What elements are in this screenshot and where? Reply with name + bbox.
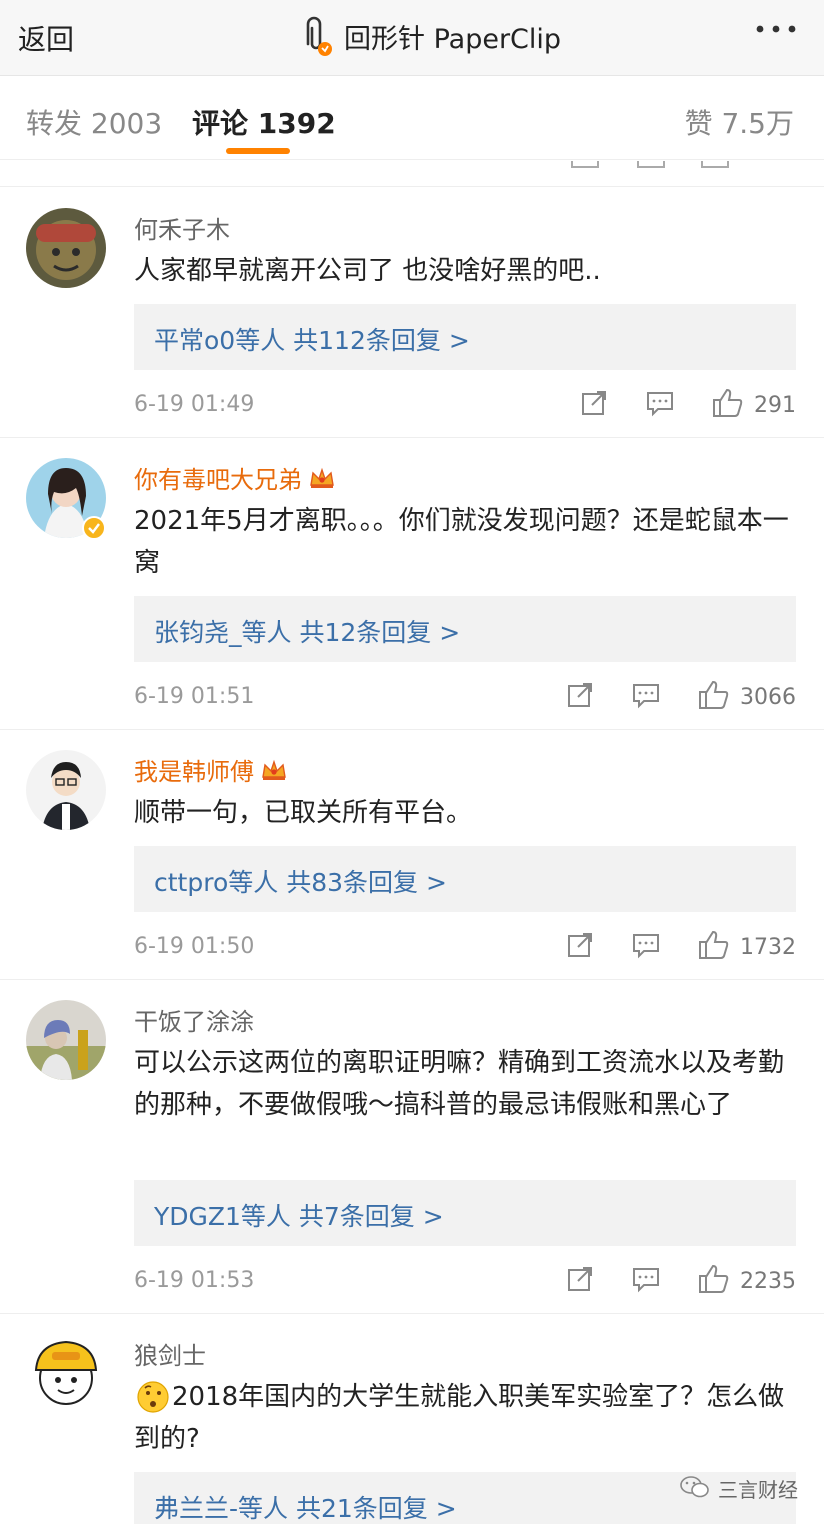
comment-actions: 2235	[566, 1264, 796, 1298]
reply-summary[interactable]: cttpro等人 共83条回复 >	[134, 846, 796, 912]
avatar[interactable]	[26, 208, 106, 288]
comment-time: 6-19 01:50	[134, 934, 255, 959]
like-count: 3066	[740, 684, 796, 710]
share-icon[interactable]	[566, 681, 594, 713]
like-icon[interactable]	[698, 680, 730, 714]
reply-link[interactable]: 弗兰兰-等人 共21条回复 >	[154, 1489, 457, 1524]
comment-item: 干饭了涂涂 可以公示这两位的离职证明嘛？精确到工资流水以及考勤的那种，不要做假哦…	[0, 980, 824, 1314]
vip-crown-icon	[308, 466, 336, 496]
paperclip-logo-icon	[298, 14, 334, 58]
comment-icon[interactable]	[646, 389, 674, 421]
avatar[interactable]	[26, 750, 106, 830]
vip-crown-icon	[260, 758, 288, 788]
comment-time: 6-19 01:53	[134, 1268, 255, 1293]
comment-time: 6-19 01:51	[134, 684, 255, 709]
like-count: 2235	[740, 1268, 796, 1294]
verified-badge-icon	[82, 516, 106, 544]
comment-item: 何禾子木 人家都早就离开公司了 也没啥好黑的吧.. 平常o0等人 共112条回复…	[0, 188, 824, 438]
page-title: 回形针 PaperClip	[344, 23, 562, 55]
avatar[interactable]	[26, 1334, 106, 1414]
comment-item: 我是韩师傅 顺带一句，已取关所有平台。 cttpro等人 共83条回复 > 6-…	[0, 730, 824, 980]
reply-summary[interactable]: YDGZ1等人 共7条回复 >	[134, 1180, 796, 1246]
comment-text: 顺带一句，已取关所有平台。	[134, 798, 473, 828]
tab-likes[interactable]: 赞 7.5万	[685, 102, 794, 142]
reply-summary[interactable]: 平常o0等人 共112条回复 >	[134, 304, 796, 370]
username[interactable]: 你有毒吧大兄弟	[134, 460, 336, 496]
comment-item: 你有毒吧大兄弟 2021年5月才离职。。。你们就没发现问题？还是蛇鼠本一窝 张钧…	[0, 438, 824, 730]
wechat-icon	[680, 1475, 710, 1503]
comment-text: 2021年5月才离职。。。你们就没发现问题？还是蛇鼠本一窝	[134, 506, 789, 578]
like-count: 291	[754, 392, 796, 418]
previous-comment-cutoff	[0, 161, 824, 187]
watermark-text: 三言财经	[718, 1478, 798, 1502]
username-text: 你有毒吧大兄弟	[134, 466, 302, 494]
like-icon[interactable]	[698, 1264, 730, 1298]
watermark: 三言财经	[680, 1474, 798, 1503]
like-icon[interactable]	[712, 388, 744, 422]
tab-repost[interactable]: 转发 2003	[26, 102, 162, 142]
username[interactable]: 何禾子木	[134, 210, 230, 245]
comment-actions: 1732	[566, 930, 796, 964]
reply-link[interactable]: YDGZ1等人 共7条回复 >	[154, 1197, 444, 1233]
tab-bar: 转发 2003 评论 1392 赞 7.5万	[0, 76, 824, 160]
username-text: 我是韩师傅	[134, 758, 254, 786]
comment-actions: 291	[580, 388, 796, 422]
comment-icon[interactable]	[632, 1265, 660, 1297]
back-button[interactable]: 返回	[18, 18, 74, 58]
comment-text: 人家都早就离开公司了 也没啥好黑的吧..	[134, 256, 601, 286]
more-dots-icon[interactable]	[752, 14, 800, 51]
reply-link[interactable]: 张钧尧_等人 共12条回复 >	[154, 613, 460, 649]
username[interactable]: 狼剑士	[134, 1336, 206, 1371]
tab-comments[interactable]: 评论 1392	[192, 102, 336, 142]
share-icon[interactable]	[566, 931, 594, 963]
comment-icon[interactable]	[632, 931, 660, 963]
like-count: 1732	[740, 934, 796, 960]
avatar[interactable]	[26, 1000, 106, 1080]
username[interactable]: 我是韩师傅	[134, 752, 288, 788]
reply-link[interactable]: 平常o0等人 共112条回复 >	[154, 321, 470, 357]
comment-time: 6-19 01:49	[134, 392, 255, 417]
top-nav-bar: 返回 回形针 PaperClip	[0, 0, 824, 76]
reply-link[interactable]: cttpro等人 共83条回复 >	[154, 863, 447, 899]
comment-text: 2018年国内的大学生就能入职美军实验室了？怎么做到的?	[134, 1382, 785, 1454]
share-icon[interactable]	[580, 389, 608, 421]
comment-icon[interactable]	[632, 681, 660, 713]
account-title[interactable]: 回形针 PaperClip	[298, 14, 561, 58]
like-icon[interactable]	[698, 930, 730, 964]
share-icon[interactable]	[566, 1265, 594, 1297]
username[interactable]: 干饭了涂涂	[134, 1002, 254, 1037]
active-tab-indicator	[226, 148, 290, 154]
comment-actions: 3066	[566, 680, 796, 714]
reply-summary[interactable]: 张钧尧_等人 共12条回复 >	[134, 596, 796, 662]
comment-text: 可以公示这两位的离职证明嘛？精确到工资流水以及考勤的那种，不要做假哦～搞科普的最…	[134, 1048, 785, 1120]
